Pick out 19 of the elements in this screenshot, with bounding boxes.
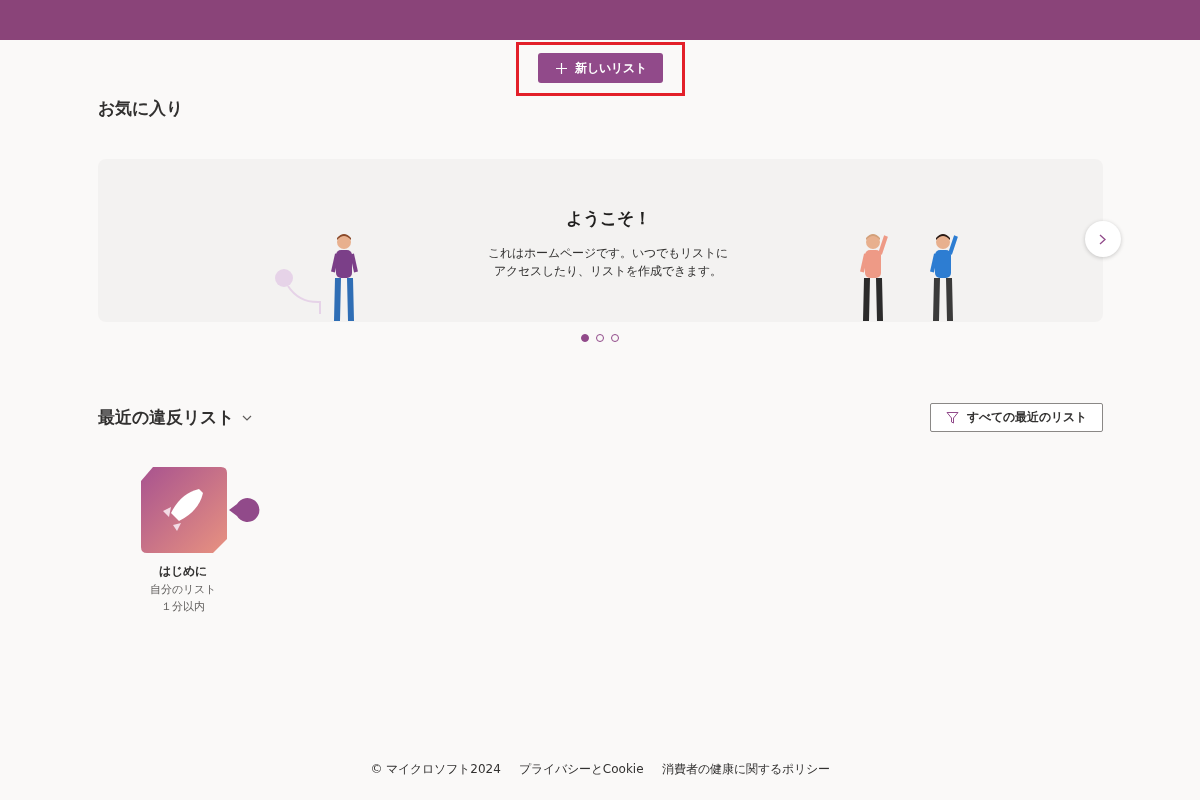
chevron-down-icon[interactable] [241,414,252,421]
footer-link[interactable]: プライバシーとCookie [518,761,644,778]
plus-icon [555,62,567,74]
list-owner: 自分のリスト [149,582,216,597]
list-tile-icon[interactable] [140,467,227,553]
carousel-dot[interactable] [581,334,589,342]
footer-link[interactable]: 消費者の健康に関するポリシー [661,761,830,778]
all-recent-lists-button[interactable]: すべての最近のリスト [929,403,1103,432]
chevron-right-icon [1099,233,1106,245]
list-time: １分以内 [160,599,205,614]
list-name: はじめに [158,563,207,580]
welcome-title: ようこそ！ [565,207,651,230]
copyright-text: © マイクロソフト2024 [370,761,501,778]
section-title: 最近の違反リスト [97,406,234,429]
new-list-button[interactable]: 新しいリスト [537,53,663,83]
filter-icon [945,411,959,424]
welcome-text: これはホームページです。いつでもリストに [488,245,728,262]
section-title: お気に入り [97,97,184,120]
welcome-text: アクセスしたり、リストを作成できます。 [494,263,722,280]
